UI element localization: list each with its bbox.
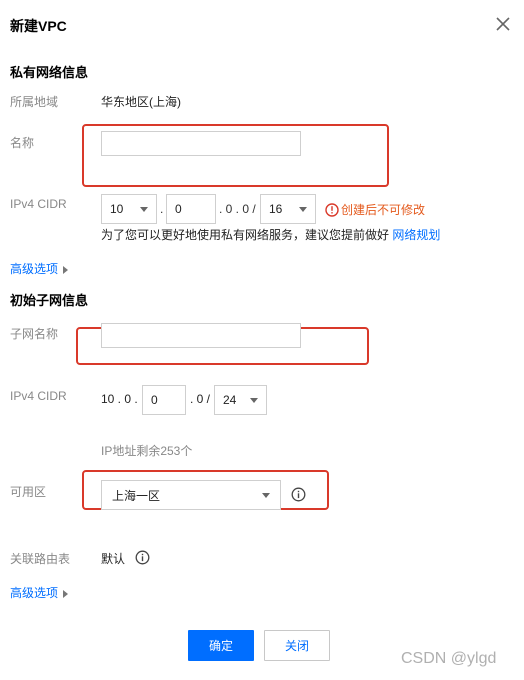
subnet-name-label: 子网名称 — [10, 327, 59, 341]
warning-icon — [325, 202, 339, 217]
vpc-cidr-label: IPv4 CIDR — [10, 197, 67, 211]
chevron-down-icon — [140, 206, 148, 212]
zone-select-value: 上海一区 — [112, 488, 161, 503]
route-table-value: 默认 — [101, 552, 126, 566]
watermark: CSDN @ylgd — [401, 650, 497, 667]
subnet-name-input[interactable] — [101, 323, 301, 348]
network-planning-help-text: 为了您可以更好地使用私有网络服务，建议您提前做好 — [101, 228, 390, 242]
vpc-name-input[interactable] — [101, 131, 301, 156]
zone-select[interactable]: 上海一区 — [101, 480, 281, 510]
chevron-down-icon — [299, 206, 307, 212]
vpc-cidr-fixed-suffix: . 0 . 0 / — [219, 202, 256, 216]
subnet-cidr-third-octet-input[interactable]: 0 — [142, 385, 186, 415]
chevron-down-icon — [262, 492, 270, 498]
subnet-advanced-options-toggle[interactable]: 高级选项 — [10, 584, 69, 601]
ip-remaining-text: IP地址剩余253个 — [101, 444, 193, 458]
vpc-cidr-first-octet-select[interactable]: 10 — [101, 194, 157, 224]
chevron-down-icon — [250, 397, 258, 403]
close-icon[interactable] — [494, 15, 512, 33]
vpc-cidr-mask-value: 16 — [269, 202, 283, 216]
region-value: 华东地区(上海) — [101, 95, 181, 109]
chevron-right-icon — [63, 589, 69, 598]
cidr-warning-text: 创建后不可修改 — [341, 203, 426, 217]
route-table-info-icon[interactable] — [135, 550, 150, 568]
subnet-section-heading: 初始子网信息 — [10, 293, 89, 308]
zone-label: 可用区 — [10, 485, 47, 499]
cidr-warning: 创建后不可修改 — [325, 201, 425, 218]
close-button[interactable]: 关闭 — [264, 630, 330, 661]
network-planning-help: 为了您可以更好地使用私有网络服务，建议您提前做好 网络规划 — [101, 226, 440, 243]
vpc-advanced-options-label: 高级选项 — [10, 262, 59, 276]
vpc-cidr-mask-select[interactable]: 16 — [260, 194, 316, 224]
vpc-cidr-second-octet-input[interactable]: 0 — [166, 194, 216, 224]
subnet-cidr-prefix: 10 . 0 . — [101, 392, 138, 406]
zone-info-icon[interactable] — [291, 487, 306, 505]
confirm-button[interactable]: 确定 — [188, 630, 254, 661]
vpc-cidr-dot: . — [160, 202, 164, 216]
region-label: 所属地域 — [10, 95, 59, 109]
subnet-cidr-mask-select[interactable]: 24 — [214, 385, 267, 415]
subnet-cidr-suffix: . 0 / — [190, 392, 211, 406]
chevron-right-icon — [63, 265, 69, 274]
vpc-cidr-first-octet-value: 10 — [110, 202, 124, 216]
subnet-cidr-mask-value: 24 — [223, 393, 237, 407]
dialog-title: 新建VPC — [10, 18, 67, 34]
subnet-advanced-options-label: 高级选项 — [10, 586, 59, 600]
vpc-advanced-options-toggle[interactable]: 高级选项 — [10, 260, 69, 277]
route-table-label: 关联路由表 — [10, 552, 71, 566]
vpc-name-label: 名称 — [10, 136, 35, 150]
vpc-section-heading: 私有网络信息 — [10, 65, 89, 80]
network-planning-link[interactable]: 网络规划 — [392, 228, 440, 242]
subnet-cidr-label: IPv4 CIDR — [10, 389, 67, 403]
